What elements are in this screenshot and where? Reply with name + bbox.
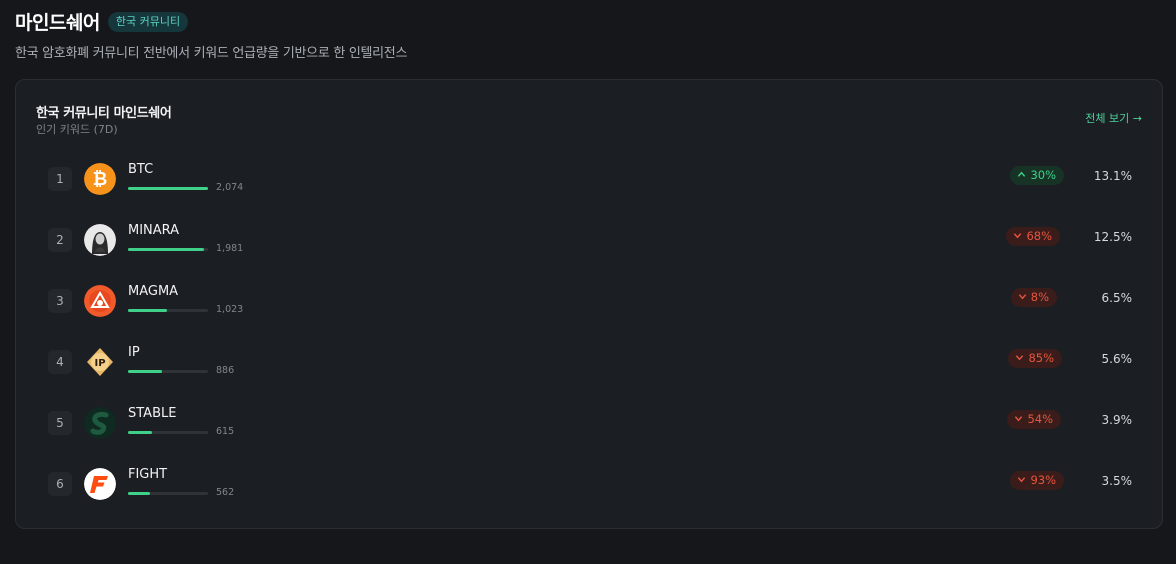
fight-icon (84, 468, 116, 500)
minara-portrait-icon (84, 224, 116, 256)
card-title: 한국 커뮤니티 마인드쉐어 (36, 106, 172, 121)
chevron-down-icon (1015, 416, 1023, 422)
mention-bar-track (128, 431, 208, 434)
page-subtitle: 한국 암호화폐 커뮤니티 전반에서 키워드 언급량을 기반으로 한 인텔리전스 (15, 46, 408, 61)
chevron-down-icon (1018, 477, 1026, 483)
keyword-row[interactable]: 2 MINARA 1,981 68% 12.5% (48, 208, 1138, 269)
keyword-name: MAGMA (128, 284, 179, 299)
view-all-link[interactable]: 전체 보기 → (1085, 110, 1142, 126)
rank-badge: 4 (48, 350, 72, 374)
chevron-down-icon (1014, 233, 1022, 239)
mention-count: 1,023 (216, 304, 244, 315)
mention-count: 1,981 (216, 243, 244, 254)
mention-bar-fill (128, 309, 168, 312)
share-percent: 5.6% (1101, 352, 1133, 366)
mention-bar-track (128, 492, 208, 495)
mention-bar-track (128, 309, 208, 312)
rank-badge: 3 (48, 289, 72, 313)
mention-count: 886 (216, 365, 235, 376)
mindshare-card: 한국 커뮤니티 마인드쉐어 인기 키워드 (7D) 전체 보기 → 1 ₿ BTC 2… (15, 79, 1163, 529)
change-badge: 54% (1007, 410, 1061, 429)
chevron-up-icon (1018, 171, 1026, 177)
change-value: 54% (1027, 412, 1053, 426)
keyword-row[interactable]: 1 ₿ BTC 2,074 30% 13.1% (48, 147, 1138, 208)
keyword-name: STABLE (128, 406, 177, 421)
community-tag: 한국 커뮤니티 (107, 11, 189, 32)
ip-icon: IP (84, 346, 116, 378)
magma-icon (84, 285, 116, 317)
svg-text:IP: IP (94, 358, 105, 369)
change-badge: 93% (1010, 471, 1064, 490)
mention-bar-fill (128, 187, 208, 190)
rank-badge: 5 (48, 411, 72, 435)
chevron-down-icon (1016, 355, 1024, 361)
keyword-row[interactable]: 3 MAGMA 1,023 8% 6.5% (48, 269, 1138, 330)
mention-bar-track (128, 248, 208, 251)
keyword-name: FIGHT (128, 467, 168, 482)
mention-bar-fill (128, 431, 152, 434)
title-row: 마인드쉐어 한국 커뮤니티 (15, 8, 407, 35)
svg-text:₿: ₿ (93, 169, 108, 190)
stable-icon (84, 407, 116, 439)
rank-badge: 2 (48, 228, 72, 252)
change-value: 30% (1030, 168, 1056, 182)
mention-bar-fill (128, 248, 204, 251)
bitcoin-icon: ₿ (84, 163, 116, 195)
change-value: 85% (1028, 351, 1054, 365)
keyword-row[interactable]: 5 STABLE 615 54% 3.9% (48, 391, 1138, 452)
share-percent: 13.1% (1093, 169, 1132, 183)
chevron-down-icon (1018, 294, 1026, 300)
rank-badge: 6 (48, 472, 72, 496)
keyword-name: BTC (128, 162, 154, 177)
change-value: 68% (1026, 229, 1052, 243)
change-badge: 68% (1006, 227, 1060, 246)
keyword-name: IP (128, 345, 140, 360)
share-percent: 3.9% (1101, 413, 1133, 427)
keyword-list: 1 ₿ BTC 2,074 30% 13.1% 2 MINARA 1,981 68% 12.5% 3 M… (48, 147, 1138, 513)
keyword-name: MINARA (128, 223, 180, 238)
change-badge: 85% (1008, 349, 1062, 368)
mention-bar-track (128, 370, 208, 373)
mention-count: 2,074 (216, 182, 244, 193)
change-value: 8% (1030, 290, 1049, 304)
rank-badge: 1 (48, 167, 72, 191)
page-header: 마인드쉐어 한국 커뮤니티 한국 암호화폐 커뮤니티 전반에서 키워드 언급량을… (15, 8, 407, 61)
share-percent: 12.5% (1093, 230, 1132, 244)
change-badge: 30% (1010, 166, 1064, 185)
mention-bar-track (128, 187, 208, 190)
mention-count: 615 (216, 426, 235, 437)
page-title: 마인드쉐어 (15, 12, 100, 34)
keyword-row[interactable]: 4 IP IP 886 85% 5.6% (48, 330, 1138, 391)
mention-bar-fill (128, 492, 150, 495)
change-badge: 8% (1010, 288, 1057, 307)
share-percent: 6.5% (1101, 291, 1133, 305)
mention-count: 562 (216, 487, 235, 498)
share-percent: 3.5% (1101, 474, 1133, 488)
keyword-row[interactable]: 6 FIGHT 562 93% 3.5% (48, 452, 1138, 513)
change-value: 93% (1030, 473, 1056, 487)
mention-bar-fill (128, 370, 163, 373)
card-subtitle: 인기 키워드 (7D) (36, 123, 118, 136)
